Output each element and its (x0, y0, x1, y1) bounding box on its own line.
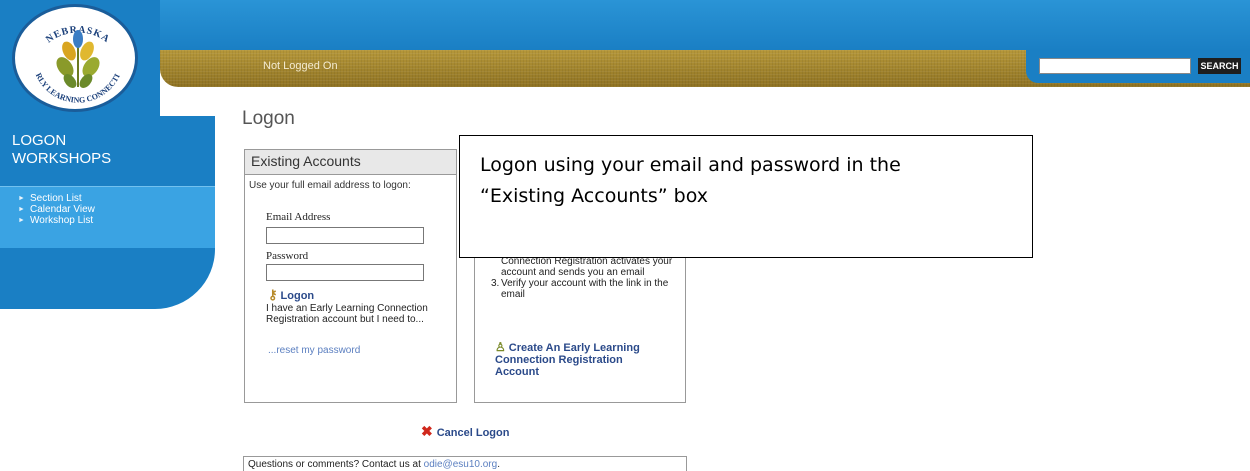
sidebar-item-workshop-list[interactable]: ► Workshop List (18, 215, 215, 226)
key-icon: ⚷ (268, 287, 278, 302)
arrow-right-icon: ► (18, 195, 25, 202)
create-account-label: Create An Early Learning Connection Regi… (495, 342, 640, 378)
instruction-callout: Logon using your email and password in t… (459, 135, 1033, 258)
sidebar-menu: ► Section List ► Calendar View ► Worksho… (0, 186, 215, 248)
contact-suffix: . (497, 459, 500, 470)
logo-area: NEBRASKA EARLY LEARNING CONNECTION (0, 0, 160, 116)
create-account-link[interactable]: ♙ Create An Early Learning Connection Reg… (495, 341, 665, 378)
existing-accounts-panel: Existing Accounts Use your full email ad… (244, 149, 457, 403)
email-field[interactable] (266, 227, 424, 244)
login-status: Not Logged On (263, 60, 338, 72)
arrow-right-icon: ► (18, 217, 25, 224)
logon-label: Logon (280, 290, 315, 302)
password-label: Password (266, 250, 309, 262)
logo-emblem: NEBRASKA EARLY LEARNING CONNECTION (15, 7, 122, 105)
callout-line1: Logon using your email and password in t… (480, 154, 901, 176)
page-title: Logon (242, 108, 295, 129)
contact-text: Questions or comments? Contact us at (248, 459, 424, 470)
sidebar-item-calendar-view[interactable]: ► Calendar View (18, 204, 215, 215)
logo[interactable]: NEBRASKA EARLY LEARNING CONNECTION (12, 4, 138, 112)
user-add-icon: ♙ (495, 340, 506, 354)
reset-password-link[interactable]: ...reset my password (268, 345, 360, 356)
sidebar-item-label: Workshop List (30, 215, 94, 226)
search-input[interactable] (1039, 58, 1191, 74)
contact-footer: Questions or comments? Contact us at odi… (243, 456, 687, 471)
sidebar-item-section-list[interactable]: ► Section List (18, 193, 215, 204)
contact-email-link[interactable]: odie@esu10.org (424, 459, 498, 470)
account-help-text: I have an Early Learning Connection Regi… (266, 303, 428, 325)
logon-button[interactable]: ⚷ Logon (268, 287, 314, 303)
sidebar: LOGON WORKSHOPS ► Section List ► Calenda… (0, 116, 215, 309)
email-label: Email Address (266, 211, 331, 223)
callout-line2: “Existing Accounts” box (480, 185, 708, 207)
search-button[interactable]: SEARCH (1198, 58, 1241, 74)
close-icon: ✖ (421, 423, 433, 439)
cancel-logon-button[interactable]: ✖ Cancel Logon (421, 423, 509, 440)
registration-steps: Connection Registration activates your a… (485, 256, 685, 300)
cancel-label: Cancel Logon (436, 427, 510, 439)
existing-accounts-header: Existing Accounts (245, 150, 456, 175)
email-hint: Use your full email address to logon: (249, 180, 411, 191)
sidebar-title-line2: WORKSHOPS (12, 150, 112, 167)
list-item: Connection Registration activates your a… (501, 256, 673, 278)
sidebar-item-label: Calendar View (30, 204, 95, 215)
sidebar-title: LOGON WORKSHOPS (12, 132, 111, 168)
sidebar-title-line1: LOGON (12, 132, 67, 149)
top-header-bar (0, 0, 1250, 50)
password-field[interactable] (266, 264, 424, 281)
list-item: 3. Verify your account with the link in … (491, 278, 669, 300)
sidebar-item-label: Section List (30, 193, 82, 204)
arrow-right-icon: ► (18, 206, 25, 213)
